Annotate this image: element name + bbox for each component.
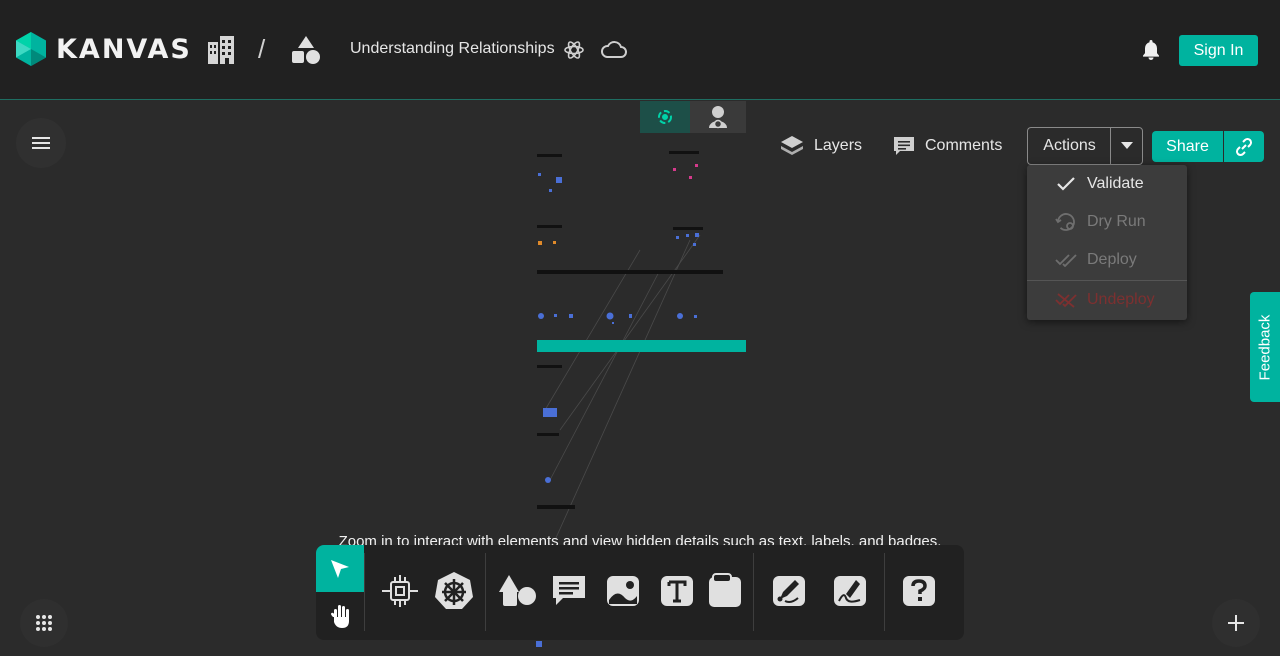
component-tool-button[interactable] bbox=[378, 568, 422, 614]
layers-label: Layers bbox=[814, 137, 863, 154]
help-icon bbox=[903, 576, 935, 606]
double-check-icon bbox=[1055, 249, 1077, 271]
section-tool-button[interactable] bbox=[703, 568, 747, 614]
actions-button[interactable]: Actions bbox=[1027, 127, 1111, 165]
plus-icon bbox=[1228, 615, 1244, 631]
atom-icon[interactable] bbox=[563, 39, 585, 66]
kanvas-hexagon-icon bbox=[16, 32, 46, 66]
apps-menu-button[interactable] bbox=[20, 599, 68, 647]
hamburger-menu-icon bbox=[32, 137, 50, 149]
menu-item-label: Deploy bbox=[1087, 251, 1137, 268]
operator-mode-button[interactable] bbox=[690, 101, 746, 133]
design-mode-button[interactable] bbox=[640, 101, 690, 133]
menu-item-validate[interactable]: Validate bbox=[1027, 165, 1187, 203]
operator-mode-icon bbox=[709, 106, 727, 129]
freehand-tool-button[interactable] bbox=[828, 568, 872, 614]
add-button[interactable] bbox=[1212, 599, 1260, 647]
dock-separator bbox=[364, 553, 365, 631]
section-icon bbox=[709, 573, 741, 607]
kanvas-logo[interactable]: KANVAS bbox=[14, 31, 192, 67]
copy-link-button[interactable] bbox=[1224, 131, 1264, 162]
feedback-tab[interactable]: Feedback bbox=[1250, 292, 1280, 402]
select-tool-button[interactable] bbox=[316, 545, 364, 592]
image-tool-button[interactable] bbox=[601, 568, 645, 614]
menu-item-dry-run[interactable]: Dry Run bbox=[1027, 203, 1187, 241]
component-icon bbox=[382, 575, 418, 607]
pen-tool-button[interactable] bbox=[767, 568, 811, 614]
top-navbar: KANVAS / Understanding Relationships Sig… bbox=[0, 0, 1280, 100]
dock-separator bbox=[884, 553, 885, 631]
design-title[interactable]: Understanding Relationships bbox=[350, 40, 555, 58]
cloud-icon[interactable] bbox=[600, 40, 628, 65]
caret-down-icon bbox=[1120, 142, 1133, 149]
undeploy-icon bbox=[1055, 289, 1077, 311]
kubernetes-tool-button[interactable] bbox=[432, 568, 476, 614]
apps-grid-icon bbox=[36, 615, 52, 631]
dock-separator bbox=[753, 553, 754, 631]
dry-run-icon bbox=[1055, 211, 1077, 233]
design-mode-icon bbox=[658, 110, 672, 124]
comments-button[interactable]: Comments bbox=[893, 133, 1002, 159]
notification-bell-icon[interactable] bbox=[1141, 39, 1161, 66]
breadcrumb-separator: / bbox=[258, 34, 266, 64]
help-tool-button[interactable] bbox=[897, 568, 941, 614]
organization-icon[interactable] bbox=[206, 36, 236, 69]
check-icon bbox=[1055, 173, 1077, 195]
freehand-icon bbox=[834, 576, 866, 606]
image-icon bbox=[607, 576, 639, 606]
comment-icon bbox=[894, 137, 914, 155]
pen-icon bbox=[773, 576, 805, 606]
text-icon bbox=[661, 576, 693, 606]
layers-button[interactable]: Layers bbox=[780, 133, 862, 159]
text-tool-button[interactable] bbox=[655, 568, 699, 614]
layers-icon bbox=[781, 136, 803, 155]
comment-icon bbox=[553, 576, 585, 605]
share-button[interactable]: Share bbox=[1152, 131, 1223, 162]
pan-tool-button[interactable] bbox=[316, 592, 364, 640]
comments-label: Comments bbox=[925, 137, 1003, 154]
actions-dropdown-toggle[interactable] bbox=[1110, 127, 1143, 165]
hand-icon bbox=[331, 605, 349, 628]
design-shapes-icon[interactable] bbox=[290, 35, 322, 70]
menu-item-deploy[interactable]: Deploy bbox=[1027, 241, 1187, 279]
pointer-icon bbox=[331, 559, 349, 578]
comment-tool-button[interactable] bbox=[547, 568, 591, 614]
link-icon bbox=[1235, 137, 1253, 156]
menu-item-label: Validate bbox=[1087, 175, 1144, 192]
kubernetes-helm-icon bbox=[435, 572, 473, 609]
menu-item-label: Dry Run bbox=[1087, 213, 1146, 230]
dock-separator bbox=[485, 553, 486, 631]
shapes-tool-button[interactable] bbox=[495, 568, 539, 614]
menu-item-undeploy[interactable]: Undeploy bbox=[1027, 281, 1187, 319]
feedback-label: Feedback bbox=[1256, 314, 1274, 380]
actions-menu: Validate Dry Run Deploy Undeploy bbox=[1027, 165, 1187, 320]
menu-item-label: Undeploy bbox=[1087, 291, 1155, 308]
main-menu-button[interactable] bbox=[16, 118, 66, 168]
sign-in-button[interactable]: Sign In bbox=[1179, 35, 1258, 66]
logo-text: KANVAS bbox=[56, 33, 192, 65]
mode-toggle bbox=[640, 101, 746, 133]
shapes-icon bbox=[499, 575, 536, 606]
